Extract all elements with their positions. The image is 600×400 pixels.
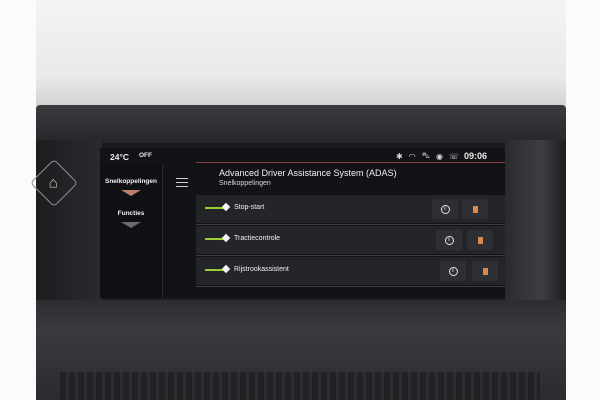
bookmark-button[interactable]	[462, 199, 488, 219]
bookmark-icon	[472, 205, 478, 215]
shortcut-label: Stop-start	[234, 204, 265, 211]
hamburger-icon	[176, 178, 188, 180]
car-icon: ⛍	[421, 151, 430, 160]
status-icons: ✱ ◠ ⛍ ◉ ☏	[396, 151, 459, 161]
info-button[interactable]: i	[436, 230, 462, 250]
background-wall	[0, 0, 600, 110]
sidebar-item-label: Functies	[117, 210, 145, 217]
info-icon: i	[444, 235, 454, 245]
page-subtitle: Snelkoppelingen	[219, 180, 271, 187]
shortcut-row-tractiecontrole[interactable]: Tractiecontrole i	[196, 226, 505, 254]
header-accent-line	[196, 162, 505, 163]
info-button[interactable]: i	[440, 261, 466, 281]
bookmark-button[interactable]	[467, 230, 493, 250]
phone-icon: ☏	[448, 151, 459, 161]
dashboard-top	[36, 105, 566, 143]
bookmark-icon	[482, 267, 488, 277]
toggle-knob-icon	[221, 264, 231, 274]
divider	[162, 164, 163, 298]
shortcut-label: Rijstrookassistent	[234, 266, 289, 273]
page-title: Advanced Driver Assistance System (ADAS)	[219, 168, 397, 178]
temperature-readout[interactable]: 24°C	[110, 152, 129, 162]
sidebar-item-functies[interactable]: Functies	[100, 210, 162, 217]
info-icon: i	[448, 266, 458, 276]
location-pin-icon: ◉	[435, 151, 443, 161]
screen-bezel-right	[505, 140, 566, 310]
info-button[interactable]: i	[432, 199, 458, 219]
wifi-icon: ◠	[408, 151, 416, 161]
shortcut-row-rijstrookassistent[interactable]: Rijstrookassistent i	[196, 257, 505, 285]
home-icon: ⌂	[49, 174, 59, 192]
active-indicator-icon	[121, 190, 141, 196]
row-divider	[196, 224, 505, 225]
left-pillar	[0, 0, 36, 400]
sidebar: Snelkoppelingen Functies	[100, 164, 162, 298]
right-pillar	[566, 0, 600, 400]
shortcut-row-stop-start[interactable]: Stop-start i	[196, 195, 505, 223]
toggle-knob-icon	[221, 233, 231, 243]
bookmark-button[interactable]	[472, 261, 498, 281]
sidebar-item-snelkoppelingen[interactable]: Snelkoppelingen	[100, 178, 162, 185]
row-divider	[196, 255, 505, 256]
bluetooth-icon: ✱	[396, 151, 403, 161]
shortcut-label: Tractiecontrole	[234, 235, 281, 242]
row-divider	[196, 286, 505, 287]
ac-status[interactable]: OFF	[139, 152, 152, 159]
clock: 09:06	[464, 151, 488, 161]
sidebar-item-label: Snelkoppelingen	[104, 178, 157, 185]
air-vent	[60, 372, 540, 400]
menu-button[interactable]	[176, 178, 188, 190]
info-icon: i	[440, 204, 450, 214]
chevron-down-icon	[121, 222, 141, 228]
toggle-knob-icon	[221, 202, 231, 212]
infotainment-screen: 24°C OFF ✱ ◠ ⛍ ◉ ☏ 09:06 Snelkoppelingen…	[100, 148, 505, 298]
bookmark-icon	[477, 236, 483, 246]
